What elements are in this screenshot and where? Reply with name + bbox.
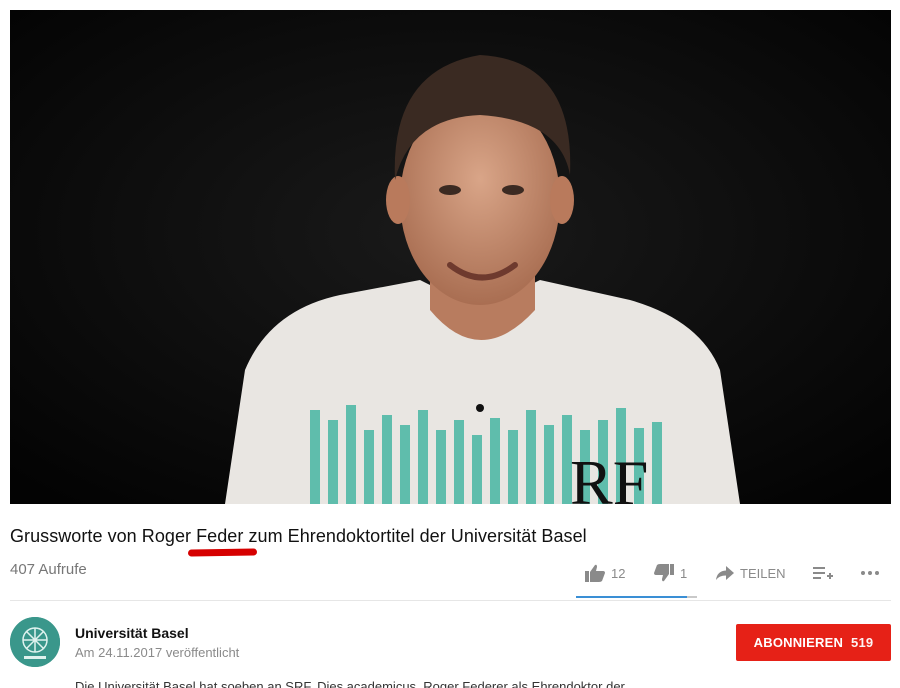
- thumbs-up-icon: [585, 564, 605, 582]
- subscribe-label: ABONNIEREN: [753, 635, 844, 650]
- share-label: TEILEN: [740, 565, 786, 581]
- dislike-count: 1: [680, 565, 688, 581]
- university-logo-icon: [10, 617, 60, 667]
- sentiment-bar-fill: [576, 596, 688, 598]
- share-button[interactable]: TEILEN: [716, 562, 786, 584]
- add-to-playlist-button[interactable]: [813, 562, 833, 584]
- add-to-playlist-icon: [813, 567, 833, 579]
- highlight-underline: [187, 548, 258, 557]
- dislike-button[interactable]: 1: [654, 562, 687, 584]
- like-count: 12: [611, 565, 626, 581]
- sentiment-bar: [576, 596, 697, 598]
- publish-date: Am 24.11.2017 veröffentlicht: [75, 645, 240, 660]
- more-button[interactable]: [860, 562, 880, 584]
- shirt-logo: RF: [570, 447, 648, 504]
- share-arrow-icon: [716, 566, 734, 580]
- channel-avatar[interactable]: [10, 617, 60, 667]
- channel-name[interactable]: Universität Basel: [75, 625, 189, 641]
- video-description: Die Universität Basel hat soeben an SRF,…: [75, 679, 625, 688]
- subscribe-button[interactable]: ABONNIEREN 519: [736, 624, 891, 661]
- more-icon: [861, 571, 879, 575]
- divider: [10, 600, 891, 601]
- thumbs-down-icon: [654, 564, 674, 582]
- video-title: Grussworte von Roger Feder zum Ehrendokt…: [10, 526, 587, 546]
- subscriber-count: 519: [851, 635, 874, 650]
- video-player[interactable]: RF: [10, 10, 891, 504]
- highlighted-word: Feder: [196, 526, 244, 546]
- like-button[interactable]: 12: [585, 562, 625, 584]
- video-frame: RF: [10, 10, 891, 504]
- view-count: 407 Aufrufe: [10, 561, 87, 578]
